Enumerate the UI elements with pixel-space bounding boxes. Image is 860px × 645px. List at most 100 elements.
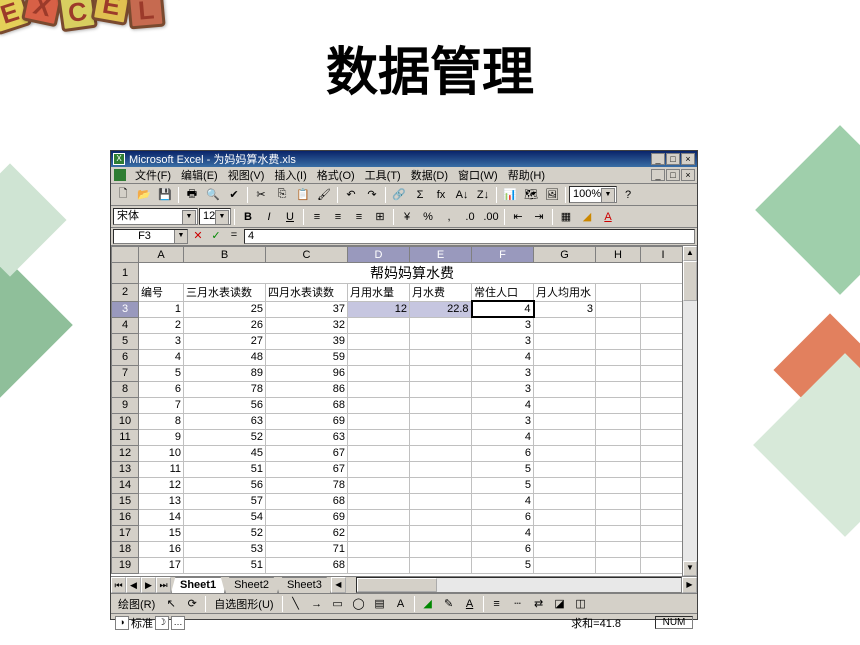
cell[interactable]: 96	[266, 365, 348, 381]
cell[interactable]: 45	[184, 445, 266, 461]
cell[interactable]: 69	[266, 413, 348, 429]
cell[interactable]	[534, 429, 596, 445]
menu-help[interactable]: 帮助(H)	[503, 166, 550, 184]
tab-nav-prev-icon[interactable]: ◀	[126, 577, 141, 593]
arrow-style-icon[interactable]: ⇄	[529, 595, 549, 613]
cell[interactable]: 1	[139, 301, 184, 317]
menu-tools[interactable]: 工具(T)	[360, 166, 406, 184]
cell[interactable]: 3	[472, 333, 534, 349]
cell[interactable]: 71	[266, 541, 348, 557]
cell[interactable]	[641, 525, 683, 541]
cell[interactable]: 17	[139, 557, 184, 573]
cell[interactable]: 4	[472, 525, 534, 541]
cell[interactable]	[596, 317, 641, 333]
cell[interactable]	[641, 461, 683, 477]
cell[interactable]: 6	[472, 445, 534, 461]
cell[interactable]	[410, 381, 472, 397]
draw-menu[interactable]: 绘图(R)	[113, 595, 160, 613]
cell[interactable]: 三月水表读数	[184, 284, 266, 302]
cell[interactable]	[596, 413, 641, 429]
hyperlink-icon[interactable]: 🔗	[389, 186, 409, 204]
autosum-icon[interactable]: Σ	[410, 186, 430, 204]
cell[interactable]: 12	[139, 477, 184, 493]
cell[interactable]	[596, 429, 641, 445]
cell[interactable]: 59	[266, 349, 348, 365]
cell[interactable]	[641, 317, 683, 333]
col-header-e[interactable]: E	[410, 247, 472, 263]
cell[interactable]	[410, 365, 472, 381]
menu-insert[interactable]: 插入(I)	[269, 166, 311, 184]
cell[interactable]	[348, 493, 410, 509]
cell[interactable]: 9	[139, 429, 184, 445]
row-header[interactable]: 3	[112, 301, 139, 317]
cell[interactable]	[596, 557, 641, 573]
new-icon[interactable]: 🗋	[113, 186, 133, 204]
cell[interactable]: 78	[266, 477, 348, 493]
cell[interactable]: 3	[534, 301, 596, 317]
cell[interactable]	[410, 317, 472, 333]
cell[interactable]: 51	[184, 557, 266, 573]
cell[interactable]	[641, 413, 683, 429]
cell[interactable]: 14	[139, 509, 184, 525]
cell[interactable]: 6	[472, 509, 534, 525]
cell[interactable]	[410, 509, 472, 525]
status-icon[interactable]: ◑	[115, 616, 129, 630]
cell[interactable]: 27	[184, 333, 266, 349]
merge-center-icon[interactable]: ⊞	[370, 208, 390, 226]
cell[interactable]: 51	[184, 461, 266, 477]
cell[interactable]	[641, 477, 683, 493]
row-header[interactable]: 14	[112, 477, 139, 493]
zoom-combo[interactable]: 100%	[569, 186, 617, 203]
cell[interactable]: 68	[266, 557, 348, 573]
cell[interactable]	[348, 429, 410, 445]
cell[interactable]: 62	[266, 525, 348, 541]
cell[interactable]	[534, 317, 596, 333]
cell[interactable]: 54	[184, 509, 266, 525]
line-color-icon[interactable]: ✎	[439, 595, 459, 613]
cell[interactable]	[641, 445, 683, 461]
oval-icon[interactable]: ◯	[349, 595, 369, 613]
more-icon[interactable]: …	[171, 616, 185, 630]
row-header[interactable]: 1	[112, 263, 139, 284]
cell[interactable]: 22.8	[410, 301, 472, 317]
cell[interactable]	[348, 397, 410, 413]
autoshapes-menu[interactable]: 自选图形(U)	[209, 595, 278, 613]
cell[interactable]	[641, 509, 683, 525]
cell[interactable]	[410, 429, 472, 445]
cell[interactable]	[596, 284, 641, 302]
font-color-icon[interactable]: A	[598, 208, 618, 226]
cell[interactable]	[534, 461, 596, 477]
moon-icon[interactable]: ☽	[155, 616, 169, 630]
line-style-icon[interactable]: ≡	[487, 595, 507, 613]
row-header[interactable]: 6	[112, 349, 139, 365]
cell[interactable]: 4	[139, 349, 184, 365]
paste-icon[interactable]: 📋	[293, 186, 313, 204]
scroll-down-icon[interactable]: ▼	[683, 561, 697, 576]
shadow-icon[interactable]: ◪	[550, 595, 570, 613]
cell[interactable]	[410, 557, 472, 573]
cell[interactable]: 26	[184, 317, 266, 333]
col-header-g[interactable]: G	[534, 247, 596, 263]
sheet-table[interactable]: A B C D E F G H I 1 帮妈妈算水费 2 编号 三月	[111, 246, 682, 574]
cell[interactable]: 53	[184, 541, 266, 557]
align-center-icon[interactable]: ≡	[328, 208, 348, 226]
chart-icon[interactable]: 📊	[500, 186, 520, 204]
cell[interactable]: 2	[139, 317, 184, 333]
decrease-decimal-icon[interactable]: .00	[481, 208, 501, 226]
cell[interactable]: 8	[139, 413, 184, 429]
cell[interactable]: 56	[184, 397, 266, 413]
cell[interactable]: 13	[139, 493, 184, 509]
cell[interactable]	[534, 493, 596, 509]
cell[interactable]	[641, 493, 683, 509]
fill-color-draw-icon[interactable]: ◢	[418, 595, 438, 613]
cell[interactable]	[348, 509, 410, 525]
cell[interactable]: 10	[139, 445, 184, 461]
undo-icon[interactable]: ↶	[341, 186, 361, 204]
cell[interactable]: 11	[139, 461, 184, 477]
doc-minimize-button[interactable]: _	[651, 169, 665, 181]
cell[interactable]	[348, 557, 410, 573]
tab-nav-first-icon[interactable]: ⏮	[111, 577, 126, 593]
cell[interactable]	[534, 541, 596, 557]
cell[interactable]	[641, 557, 683, 573]
cell[interactable]	[348, 525, 410, 541]
